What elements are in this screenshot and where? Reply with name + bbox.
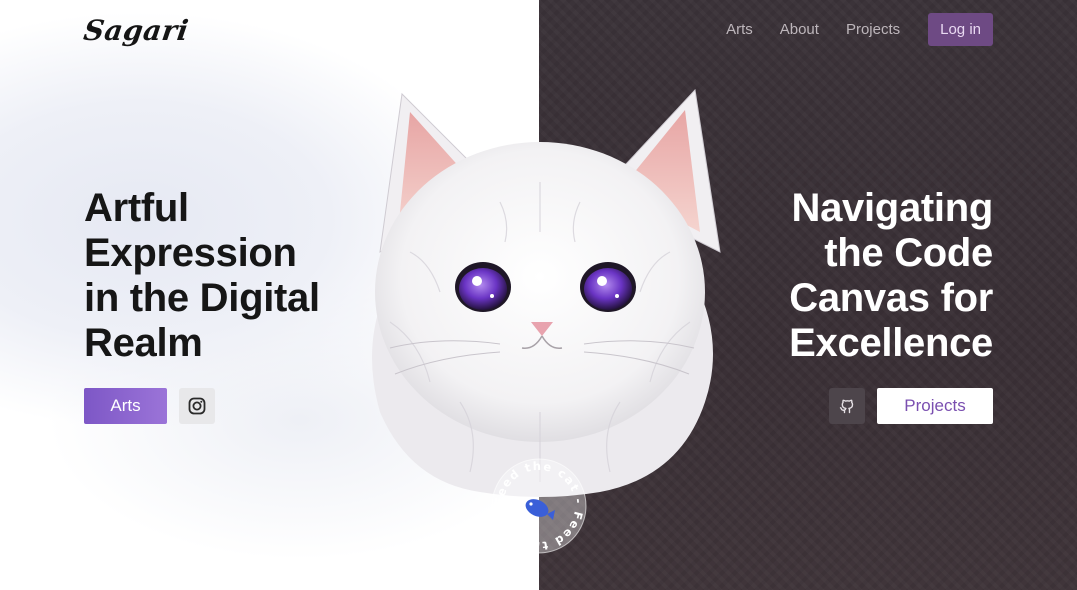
heading-line: Realm [84,321,203,365]
feed-the-cat-badge[interactable]: Feed the cat - Feed the cat - [491,458,587,554]
cat-illustration [372,88,721,497]
heading-line: Navigating [791,186,994,230]
main-nav: Arts About Projects Log in [699,13,993,46]
instagram-button[interactable] [179,388,215,424]
heading-line: Canvas for [789,276,993,320]
hero-heading-right: Navigating the Code Canvas for Excellenc… [693,186,993,366]
heading-line: Artful [84,186,189,230]
github-icon [839,399,854,414]
heading-line: Excellence [789,321,993,365]
hero-heading-left: Artful Expression in the Digital Realm [84,186,384,366]
nav-link-about[interactable]: About [780,21,819,38]
site-logo[interactable]: Sagari [82,14,191,47]
projects-button[interactable]: Projects [877,388,993,424]
heading-line: the Code [824,231,993,275]
arts-button[interactable]: Arts [84,388,167,424]
heading-line: in the Digital [84,276,320,320]
heading-line: Expression [84,231,297,275]
instagram-icon [188,397,206,415]
nav-link-arts[interactable]: Arts [726,21,753,38]
github-button[interactable] [829,388,865,424]
nav-link-projects[interactable]: Projects [846,21,900,38]
login-button[interactable]: Log in [928,13,993,46]
